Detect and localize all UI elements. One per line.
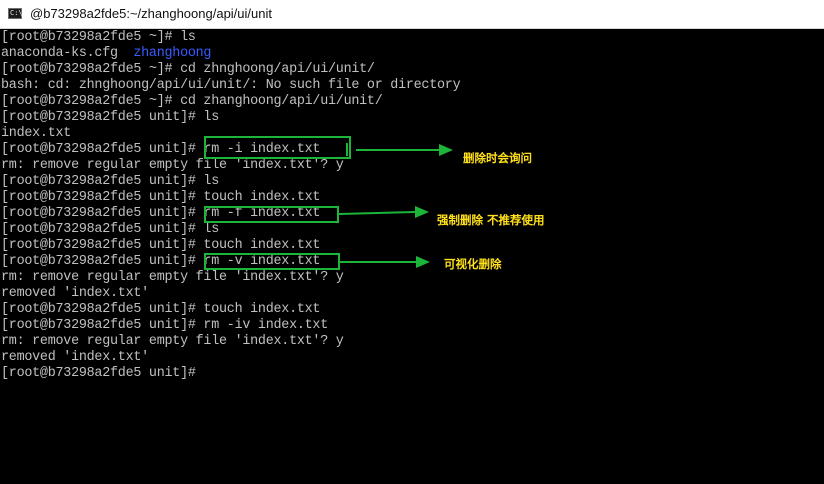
- window-titlebar[interactable]: C:\ @b73298a2fde5:~/zhanghoong/api/ui/un…: [0, 0, 824, 29]
- terminal-line: [root@b73298a2fde5 unit]# ls: [1, 110, 219, 125]
- arrow-icon: [340, 256, 430, 268]
- highlight-box-rm-i: [204, 136, 351, 159]
- terminal-line: [root@b73298a2fde5 unit]#: [1, 366, 196, 381]
- directory-name: zhanghoong: [133, 46, 212, 61]
- terminal-line: removed 'index.txt': [1, 286, 149, 301]
- terminal-line: [root@b73298a2fde5 ~]# cd zhnghoong/api/…: [1, 62, 375, 77]
- terminal-line: removed 'index.txt': [1, 350, 149, 365]
- arrow-icon: [356, 144, 453, 156]
- text-cursor: [346, 143, 348, 156]
- note-rm-v: 可视化删除: [444, 257, 502, 271]
- highlight-box-rm-f: [204, 206, 339, 223]
- terminal-line: rm: remove regular empty file 'index.txt…: [1, 334, 344, 349]
- terminal-line: [root@b73298a2fde5 unit]# touch index.tx…: [1, 190, 321, 205]
- terminal-line: [root@b73298a2fde5 ~]# cd zhanghoong/api…: [1, 94, 383, 109]
- terminal-line: rm: remove regular empty file 'index.txt…: [1, 158, 344, 173]
- note-rm-f: 强制删除 不推荐使用: [437, 213, 545, 227]
- terminal-line: [root@b73298a2fde5 unit]# touch index.tx…: [1, 238, 321, 253]
- terminal-line: rm: remove regular empty file 'index.txt…: [1, 270, 344, 285]
- file-name: anaconda-ks.cfg: [1, 46, 134, 61]
- terminal-line: [root@b73298a2fde5 unit]# touch index.tx…: [1, 302, 321, 317]
- arrow-icon: [339, 206, 429, 218]
- terminal-line: [root@b73298a2fde5 unit]# ls: [1, 222, 219, 237]
- terminal-line: [root@b73298a2fde5 unit]# ls: [1, 174, 219, 189]
- terminal-line: [root@b73298a2fde5 unit]# rm -iv index.t…: [1, 318, 328, 333]
- highlight-box-rm-v: [204, 253, 340, 270]
- terminal-line: [root@b73298a2fde5 ~]# ls: [1, 30, 196, 45]
- note-rm-i: 删除时会询问: [463, 151, 532, 165]
- terminal-line: index.txt: [1, 126, 72, 141]
- window-title: @b73298a2fde5:~/zhanghoong/api/ui/unit: [30, 6, 272, 21]
- app-icon-label: C:\: [10, 9, 23, 17]
- terminal-line: anaconda-ks.cfg zhanghoong: [1, 46, 211, 62]
- terminal-line: bash: cd: zhnghoong/api/ui/unit/: No suc…: [1, 78, 461, 93]
- terminal-app-icon: C:\: [8, 8, 23, 19]
